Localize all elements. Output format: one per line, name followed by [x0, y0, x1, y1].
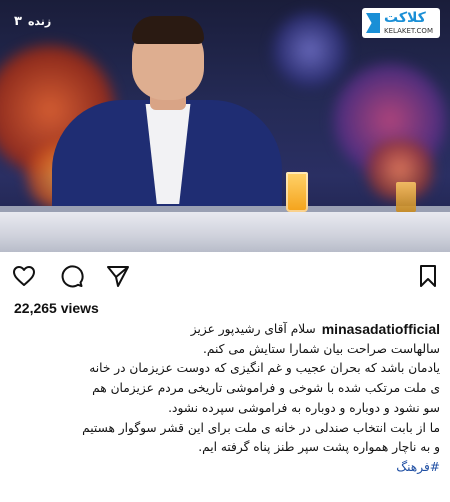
juice-glass — [286, 172, 308, 212]
instagram-post: ۳ زنده کلاکت KELAKET.COM 22,265 views mi… — [0, 0, 450, 502]
brand-title: کلاکت — [384, 10, 426, 26]
caption-greeting: سلام آقای رشیدپور عزیز — [190, 322, 316, 336]
comment-icon[interactable] — [58, 262, 86, 290]
channel-logo: ۳ — [14, 14, 23, 29]
live-badge: ۳ زنده — [14, 14, 51, 29]
clapper-icon — [366, 13, 380, 33]
caption-header: minasadatiofficial سلام آقای رشیدپور عزی… — [10, 320, 440, 340]
caption-line: ی ملت مرتکب شده با شوخی و فراموشی تاریخی… — [92, 381, 440, 396]
send-icon[interactable] — [104, 262, 132, 290]
bookmark-icon[interactable] — [414, 262, 442, 290]
caption-line: سالهاست صراحت بیان شمارا ستایش می کنم. — [202, 341, 440, 356]
caption-line: سو نشود و دوباره و دوباره به فراموشی سپر… — [168, 400, 440, 415]
hashtag-link[interactable]: #فرهنگ — [10, 458, 440, 478]
studio-desk — [0, 212, 450, 252]
caption-line: یادمان باشد که بحران عجیب و غم انگیزی که… — [89, 361, 440, 376]
post-video[interactable]: ۳ زنده کلاکت KELAKET.COM — [0, 0, 450, 252]
username-link[interactable]: minasadatiofficial — [322, 320, 440, 340]
bokeh-light — [270, 10, 350, 90]
juice-glass — [396, 182, 416, 212]
post-actions — [0, 262, 450, 290]
caption-line: ما از بابت انتخاب صندلی در خانه ی ملت بر… — [82, 420, 440, 435]
post-caption: minasadatiofficial سلام آقای رشیدپور عزی… — [10, 320, 440, 478]
watermark-logo: کلاکت KELAKET.COM — [362, 8, 440, 38]
heart-icon[interactable] — [10, 262, 38, 290]
presenter-hair — [132, 16, 204, 44]
view-count[interactable]: 22,265 views — [14, 300, 99, 316]
presenter — [52, 16, 282, 240]
live-label: زنده — [27, 15, 52, 28]
brand-subtitle: KELAKET.COM — [384, 27, 433, 35]
caption-line: و به ناچار همواره پشت سپر طنز پناه گرفته… — [198, 440, 440, 455]
